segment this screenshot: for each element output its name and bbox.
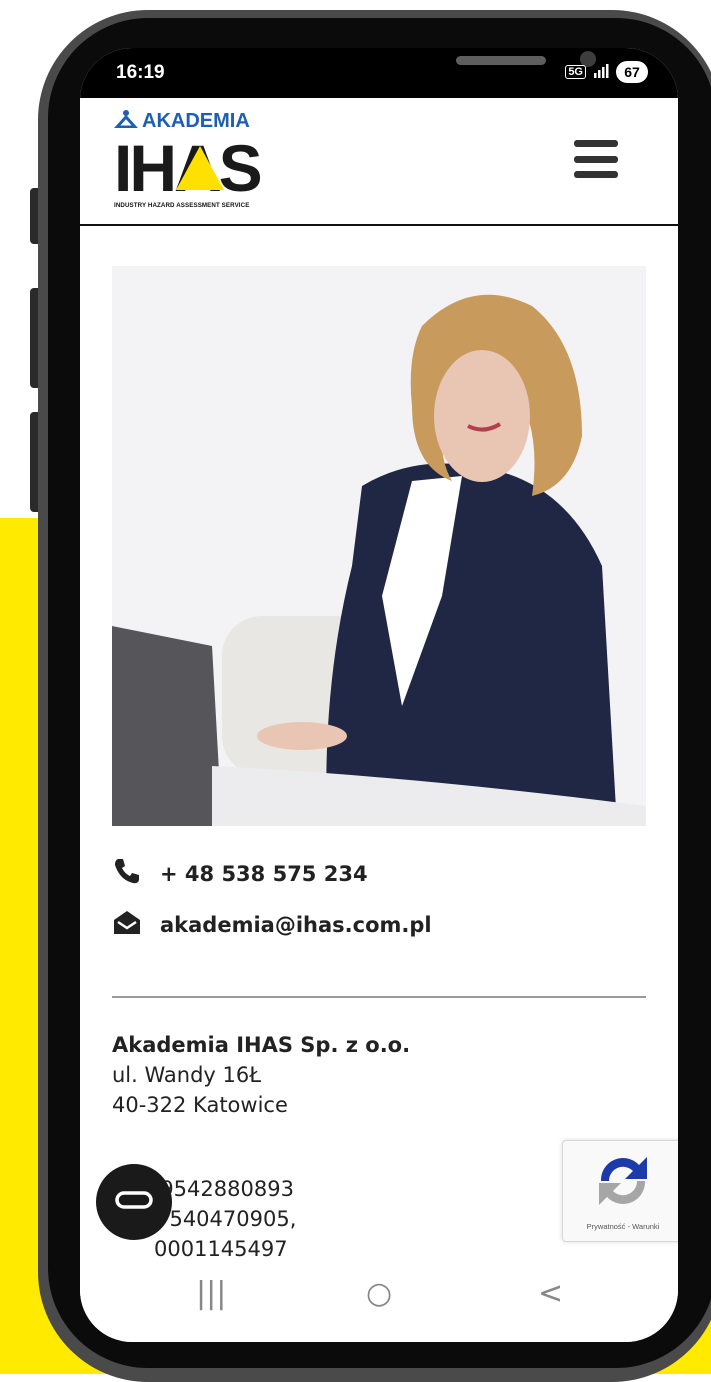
speaker [456, 56, 546, 65]
phone-screen: 16:19 5G 67 AKADEMIA IHAS INDUSTRY HAZAR… [80, 48, 678, 1342]
recent-apps-icon[interactable]: ||| [196, 1276, 226, 1311]
phone-number[interactable]: + 48 538 575 234 [160, 862, 368, 886]
status-bar: 16:19 5G 67 [80, 48, 678, 98]
home-icon[interactable]: ○ [366, 1276, 392, 1311]
signal-bars-icon [593, 63, 609, 81]
menu-line [574, 140, 618, 147]
chat-link-icon [114, 1188, 154, 1216]
section-divider [112, 996, 646, 998]
profile-photo [112, 266, 646, 826]
android-nav-bar: ||| ○ < [80, 1258, 678, 1342]
akademia-ihas-logo[interactable]: AKADEMIA IHAS INDUSTRY HAZARD ASSESSMENT… [113, 108, 284, 212]
status-time: 16:19 [116, 62, 165, 83]
recaptcha-icon [591, 1151, 655, 1213]
network-indicator: 5G [565, 65, 586, 79]
email-contact[interactable]: akademia@ihas.com.pl [112, 908, 432, 941]
recaptcha-terms[interactable]: Prywatność - Warunki [563, 1222, 678, 1231]
menu-line [574, 155, 618, 163]
logo-akademia-text: AKADEMIA [142, 109, 250, 132]
notch [208, 48, 596, 96]
site-header: AKADEMIA IHAS INDUSTRY HAZARD ASSESSMENT… [80, 98, 678, 226]
hamburger-menu-icon[interactable] [574, 140, 618, 178]
company-name: Akademia IHAS Sp. z o.o. [112, 1033, 411, 1057]
back-icon[interactable]: < [538, 1276, 563, 1311]
battery-indicator: 67 [616, 61, 648, 83]
company-street: ul. Wandy 16Ł [112, 1063, 262, 1087]
company-address: Akademia IHAS Sp. z o.o. ul. Wandy 16Ł 4… [112, 1030, 410, 1120]
logo-main: IHAS [114, 135, 284, 201]
envelope-icon [112, 908, 142, 941]
logo-warning-triangle-icon [176, 146, 224, 190]
email-address[interactable]: akademia@ihas.com.pl [160, 913, 432, 937]
menu-line [574, 171, 618, 178]
phone-icon [112, 856, 142, 891]
company-city: 40-322 Katowice [112, 1093, 288, 1117]
phone-contact[interactable]: + 48 538 575 234 [112, 856, 368, 891]
chat-button[interactable] [96, 1164, 172, 1240]
status-icons: 5G 67 [565, 61, 648, 83]
recaptcha-badge[interactable]: Prywatność - Warunki [562, 1140, 678, 1242]
